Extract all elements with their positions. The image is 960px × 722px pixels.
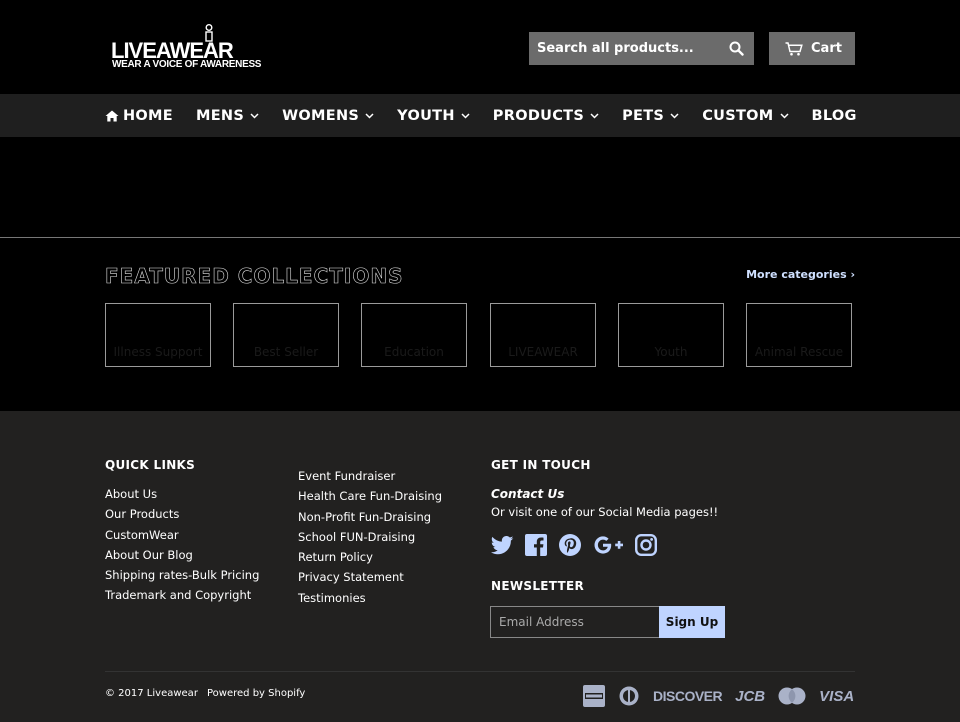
facebook-icon[interactable] — [524, 533, 548, 557]
collection-label: Animal Rescue — [754, 345, 844, 359]
nav-item-label: WOMENS — [282, 107, 360, 124]
featured-title: FEATURED COLLECTIONS — [105, 264, 404, 289]
sign-up-button[interactable]: Sign Up — [659, 606, 725, 638]
footer-link[interactable]: Non-Profit Fun-Draising — [298, 507, 442, 527]
footer-link[interactable]: About Our Blog — [105, 545, 259, 565]
nav-item-mens[interactable]: MENS — [196, 108, 259, 124]
american-express-icon — [583, 685, 605, 707]
nav-item-custom[interactable]: CUSTOM — [702, 107, 789, 124]
footer-link[interactable]: Our Products — [105, 504, 259, 524]
diners-club-icon — [618, 686, 640, 706]
chevron-down-icon — [461, 112, 470, 119]
nav-item-label: MENS — [196, 107, 245, 124]
collection-card[interactable]: Youth — [618, 303, 724, 367]
nav-item-youth[interactable]: YOUTH — [397, 108, 470, 124]
collection-card[interactable]: Animal Rescue — [746, 303, 852, 367]
footer-link[interactable]: About Us — [105, 484, 259, 504]
email-field[interactable] — [490, 606, 660, 638]
chevron-down-icon — [250, 112, 259, 119]
discover-icon: DISCOVER — [653, 688, 723, 704]
jcb-icon: JCB — [735, 687, 766, 705]
contact-us-link[interactable]: Contact Us — [491, 487, 564, 501]
chevron-down-icon — [590, 112, 599, 119]
google-plus-icon[interactable] — [592, 533, 624, 557]
footer-link[interactable]: Return Policy — [298, 547, 442, 567]
collection-card[interactable]: Best Seller — [233, 303, 339, 367]
cart-button[interactable]: Cart — [769, 32, 855, 65]
more-links-list: Event Fundraiser Health Care Fun-Draisin… — [298, 466, 442, 608]
collection-label: Illness Support — [113, 345, 203, 359]
quick-links-title: QUICK LINKS — [105, 458, 196, 472]
twitter-icon[interactable] — [490, 533, 514, 557]
collection-label: Best Seller — [253, 345, 319, 359]
footer-link[interactable]: Health Care Fun-Draising — [298, 486, 442, 506]
search-bar — [529, 32, 754, 65]
visa-icon: VISA — [819, 687, 855, 705]
cart-label: Cart — [811, 41, 842, 56]
nav-items: HOME MENS WOMENS YOUTH PRODUCTS PETS CUS… — [105, 94, 880, 137]
nav-item-blog[interactable]: BLOG — [812, 108, 857, 124]
site-footer: QUICK LINKS About Us Our Products Custom… — [0, 411, 960, 722]
logo-tagline: WEAR A VOICE OF AWARENESS — [112, 59, 262, 70]
footer-link[interactable]: Testimonies — [298, 588, 442, 608]
footer-link[interactable]: CustomWear — [105, 525, 259, 545]
get-in-touch-title: GET IN TOUCH — [491, 458, 591, 472]
master-icon — [778, 687, 806, 705]
collection-grid: Illness Support Best Seller Education LI… — [105, 303, 855, 367]
chevron-down-icon — [670, 112, 679, 119]
featured-collections: FEATURED COLLECTIONS More categories › I… — [0, 239, 960, 412]
copyright-text: © 2017 Liveawear — [105, 688, 198, 699]
collection-label: Education — [384, 345, 444, 359]
main-nav: HOME MENS WOMENS YOUTH PRODUCTS PETS CUS… — [0, 94, 960, 137]
search-input[interactable] — [529, 32, 719, 65]
search-button[interactable] — [719, 32, 754, 65]
contact-text: Or visit one of our Social Media pages!! — [491, 505, 719, 519]
collection-card[interactable]: Illness Support — [105, 303, 211, 367]
nav-item-pets[interactable]: PETS — [622, 108, 679, 124]
nav-item-label: YOUTH — [397, 107, 455, 124]
collection-card[interactable]: Education — [361, 303, 467, 367]
nav-item-label: BLOG — [811, 107, 857, 124]
more-categories-link[interactable]: More categories › — [746, 268, 855, 281]
cart-icon — [785, 41, 803, 55]
footer-divider — [105, 671, 855, 672]
nav-item-label: PRODUCTS — [492, 107, 585, 124]
powered-by-link[interactable]: Powered by Shopify — [207, 688, 305, 699]
collection-label: LIVEAWEAR — [508, 345, 578, 359]
hero-area — [0, 137, 960, 238]
quick-links-list: About Us Our Products CustomWear About O… — [105, 484, 259, 606]
social-links — [490, 533, 668, 557]
newsletter-title: NEWSLETTER — [491, 579, 585, 593]
footer-link[interactable]: School FUN-Draising — [298, 527, 442, 547]
nav-item-label: PETS — [622, 107, 665, 124]
collection-card[interactable]: LIVEAWEAR — [490, 303, 596, 367]
collection-label: Youth — [654, 345, 688, 359]
site-header: LIVEAWEAR WEAR A VOICE OF AWARENESS Cart — [0, 0, 960, 94]
site-logo[interactable]: LIVEAWEAR WEAR A VOICE OF AWARENESS — [111, 24, 261, 72]
nav-item-label: CUSTOM — [702, 107, 774, 124]
footer-link[interactable]: Trademark and Copyright — [105, 585, 259, 605]
chevron-down-icon — [779, 112, 789, 119]
nav-item-home[interactable]: HOME — [105, 108, 173, 124]
home-icon — [105, 110, 119, 121]
pinterest-icon[interactable] — [558, 533, 582, 557]
nav-item-label: HOME — [123, 107, 173, 124]
footer-link[interactable]: Event Fundraiser — [298, 466, 442, 486]
nav-item-products[interactable]: PRODUCTS — [493, 108, 599, 124]
instagram-icon[interactable] — [634, 533, 658, 557]
footer-link[interactable]: Privacy Statement — [298, 567, 442, 587]
nav-item-womens[interactable]: WOMENS — [282, 108, 374, 124]
search-icon — [729, 41, 744, 56]
chevron-down-icon — [365, 112, 374, 119]
footer-link[interactable]: Shipping rates-Bulk Pricing — [105, 565, 259, 585]
payment-icons: DISCOVER JCB VISA — [583, 685, 854, 707]
